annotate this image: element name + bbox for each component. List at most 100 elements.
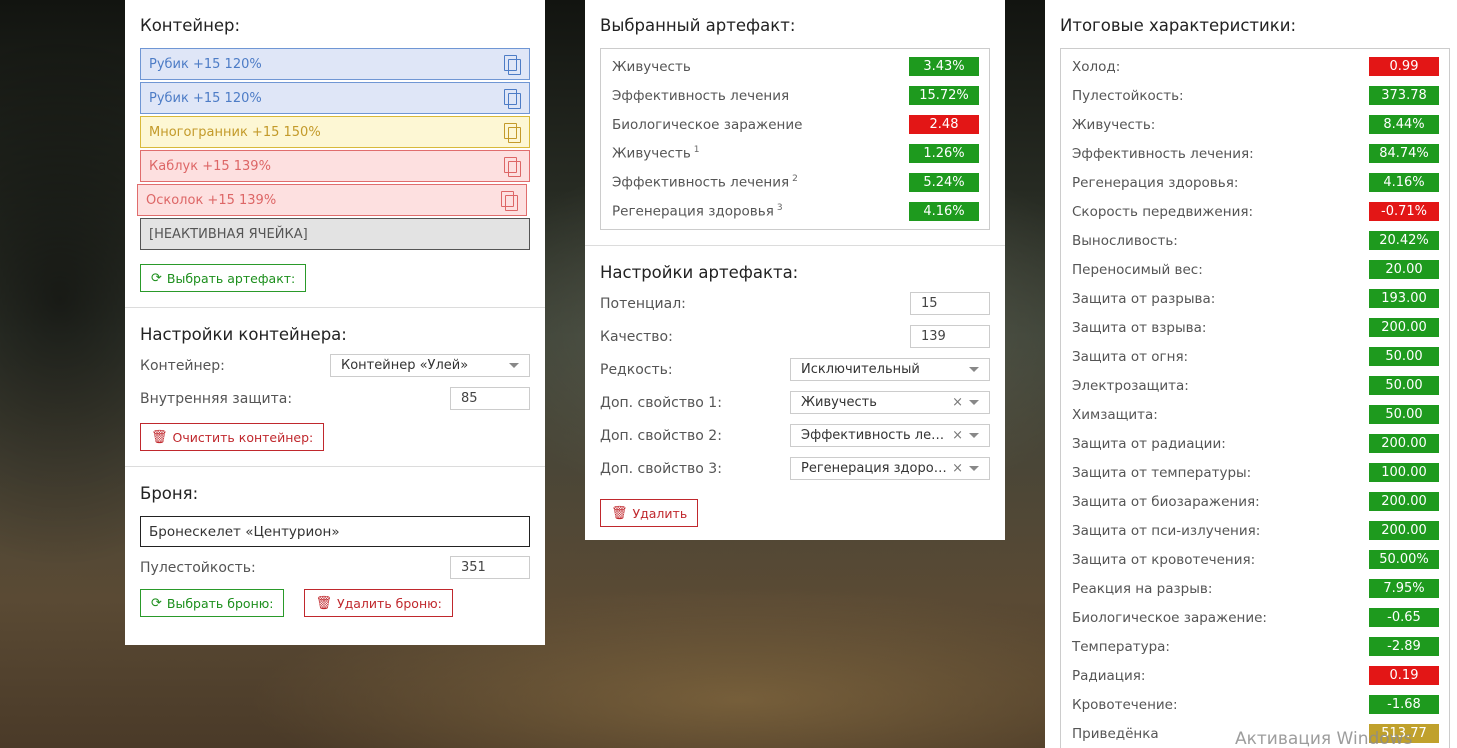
chevron-down-icon [969, 466, 979, 471]
stat-value: 200.00 [1369, 318, 1439, 337]
chevron-down-icon [969, 367, 979, 372]
extra2-select[interactable]: Эффективность лечения × [790, 424, 990, 447]
container-slot-inactive: [НЕАКТИВНАЯ ЯЧЕЙКА] [140, 218, 530, 250]
extra1-select[interactable]: Живучесть × [790, 391, 990, 414]
totals-stat-row: Температура: -2.89 [1072, 632, 1439, 661]
container-slot-3[interactable]: Многогранник +15 150% [140, 116, 530, 148]
totals-stats: Холод: 0.99 Пулестойкость: 373.78 Живучесть:… [1060, 48, 1450, 748]
totals-stat-row: Защита от радиации: 200.00 [1072, 429, 1439, 458]
container-slot-2[interactable]: Рубик +15 120% [140, 82, 530, 114]
inner-protection-input[interactable]: 85 [450, 387, 530, 410]
delete-artifact-button[interactable]: 🗑 Удалить [600, 499, 699, 527]
artifact-stat-row: Живучесть 1 1.26% [612, 139, 979, 168]
stat-label: Выносливость: [1072, 232, 1178, 249]
delete-armor-button[interactable]: 🗑 Удалить броню: [304, 589, 453, 617]
totals-stat-row: Живучесть: 8.44% [1072, 110, 1439, 139]
stat-label: Защита от радиации: [1072, 435, 1226, 452]
stat-label: Реакция на разрыв: [1072, 580, 1213, 597]
artifact-settings-title: Настройки артефакта: [600, 263, 799, 282]
copy-icon[interactable] [503, 156, 521, 177]
totals-stat-row: Радиация: 0.19 [1072, 661, 1439, 690]
stat-label: Эффективность лечения: [1072, 145, 1254, 162]
chevron-down-icon [969, 433, 979, 438]
stat-label: Защита от пси-излучения: [1072, 522, 1261, 539]
stat-value: 0.19 [1369, 666, 1439, 685]
armor-bullet-input[interactable]: 351 [450, 556, 530, 579]
slot-label: [НЕАКТИВНАЯ ЯЧЕЙКА] [149, 226, 308, 242]
extra3-select[interactable]: Регенерация здоровья × [790, 457, 990, 480]
stat-value: 4.16% [1369, 173, 1439, 192]
clear-icon[interactable]: × [952, 428, 963, 443]
container-slot-5[interactable]: Осколок +15 139% [137, 184, 527, 216]
selected-artifact-stats: Живучесть 3.43% Эффективность лечения 15… [600, 48, 990, 230]
stat-value: 15.72% [909, 86, 979, 105]
stat-value: 200.00 [1369, 521, 1439, 540]
stat-value: 50.00 [1369, 376, 1439, 395]
totals-stat-row: Биологическое заражение: -0.65 [1072, 603, 1439, 632]
container-panel: Контейнер: Рубик +15 120% Рубик +15 120%… [125, 0, 545, 645]
totals-stat-row: Защита от кровотечения: 50.00% [1072, 545, 1439, 574]
container-slot-1[interactable]: Рубик +15 120% [140, 48, 530, 80]
clear-icon[interactable]: × [952, 461, 963, 476]
armor-bullet-label: Пулестойкость: [140, 559, 256, 576]
slot-label: Рубик +15 120% [149, 90, 262, 106]
choose-artifact-button[interactable]: ⟳ Выбрать артефакт: [140, 264, 307, 292]
totals-stat-row: Электрозащита: 50.00 [1072, 371, 1439, 400]
trash-icon: 🗑 [315, 595, 332, 611]
stat-label: Регенерация здоровья: [1072, 174, 1239, 191]
armor-title: Броня: [140, 484, 199, 503]
copy-icon[interactable] [503, 54, 521, 75]
rarity-select[interactable]: Исключительный [790, 358, 990, 381]
copy-icon[interactable] [503, 88, 521, 109]
potential-input[interactable]: 15 [910, 292, 990, 315]
clear-container-button[interactable]: 🗑 Очистить контейнер: [140, 423, 325, 451]
totals-stat-row: Эффективность лечения: 84.74% [1072, 139, 1439, 168]
windows-activation-watermark: Активация Windows [1235, 729, 1413, 748]
container-slots: Рубик +15 120% Рубик +15 120% Многогранн… [137, 48, 530, 250]
stat-label: Биологическое заражение: [1072, 609, 1267, 626]
totals-stat-row: Холод: 0.99 [1072, 52, 1439, 81]
choose-armor-button[interactable]: ⟳ Выбрать броню: [140, 589, 285, 617]
stat-value: 200.00 [1369, 434, 1439, 453]
rarity-label: Редкость: [600, 361, 673, 378]
copy-icon[interactable] [503, 122, 521, 143]
container-slot-4[interactable]: Каблук +15 139% [140, 150, 530, 182]
stat-value: 50.00% [1369, 550, 1439, 569]
stat-label: Защита от огня: [1072, 348, 1189, 365]
stat-label: Переносимый вес: [1072, 261, 1203, 278]
totals-stat-row: Переносимый вес: 20.00 [1072, 255, 1439, 284]
chevron-down-icon [969, 400, 979, 405]
totals-stat-row: Выносливость: 20.42% [1072, 226, 1439, 255]
quality-label: Качество: [600, 328, 673, 345]
stat-label: Защита от взрыва: [1072, 319, 1207, 336]
refresh-icon: ⟳ [151, 270, 162, 286]
artifact-stat-row: Биологическое заражение 2.48 [612, 110, 979, 139]
container-select[interactable]: Контейнер «Улей» [330, 354, 530, 377]
trash-icon: 🗑 [151, 429, 168, 445]
stat-label: Приведёнка [1072, 725, 1159, 742]
stat-value: 20.00 [1369, 260, 1439, 279]
stat-value: 84.74% [1369, 144, 1439, 163]
container-title: Контейнер: [140, 16, 241, 35]
totals-panel: Итоговые характеристики: Холод: 0.99 Пулес… [1045, 0, 1457, 748]
stat-value: 1.26% [909, 144, 979, 163]
stat-label: Кровотечение: [1072, 696, 1178, 713]
slot-label: Рубик +15 120% [149, 56, 262, 72]
clear-icon[interactable]: × [952, 395, 963, 410]
slot-label: Каблук +15 139% [149, 158, 271, 174]
quality-input[interactable]: 139 [910, 325, 990, 348]
totals-stat-row: Скорость передвижения: -0.71% [1072, 197, 1439, 226]
stat-label: Защита от разрыва: [1072, 290, 1216, 307]
stat-value: 0.99 [1369, 57, 1439, 76]
totals-stat-row: Защита от биозаражения: 200.00 [1072, 487, 1439, 516]
stat-value: 7.95% [1369, 579, 1439, 598]
artifact-stat-row: Эффективность лечения 15.72% [612, 81, 979, 110]
container-settings-title: Настройки контейнера: [140, 325, 347, 344]
stat-label: Защита от температуры: [1072, 464, 1252, 481]
extra3-label: Доп. свойство 3: [600, 460, 722, 477]
trash-icon: 🗑 [611, 505, 628, 521]
copy-icon[interactable] [500, 190, 518, 211]
totals-stat-row: Защита от пси-излучения: 200.00 [1072, 516, 1439, 545]
armor-name-field[interactable]: Бронескелет «Центурион» [140, 516, 530, 547]
stat-value: 4.16% [909, 202, 979, 221]
